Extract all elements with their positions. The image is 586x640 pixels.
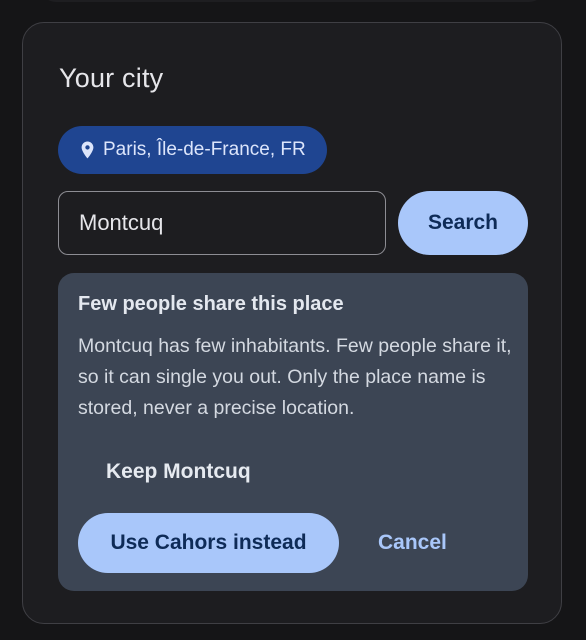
warning-body: Montcuq has few inhabitants. Few people … [78,335,512,419]
cancel-button[interactable]: Cancel [354,513,471,573]
previous-card [40,0,545,2]
low-population-warning: Few people share this place Montcuq has … [58,273,528,591]
location-chip[interactable]: Paris, Île-de-France, FR [58,126,327,174]
warning-title: Few people share this place [78,293,344,315]
city-card: Your city Paris, Île-de-France, FR Searc… [22,22,562,624]
card-title: Your city [59,63,164,93]
use-suggested-city-button[interactable]: Use Cahors instead [78,513,339,573]
location-pin-icon [81,141,94,159]
location-chip-label: Paris, Île-de-France, FR [103,139,306,160]
city-search-input[interactable] [58,191,386,255]
search-button[interactable]: Search [398,191,528,255]
keep-city-button[interactable]: Keep Montcuq [78,449,279,495]
